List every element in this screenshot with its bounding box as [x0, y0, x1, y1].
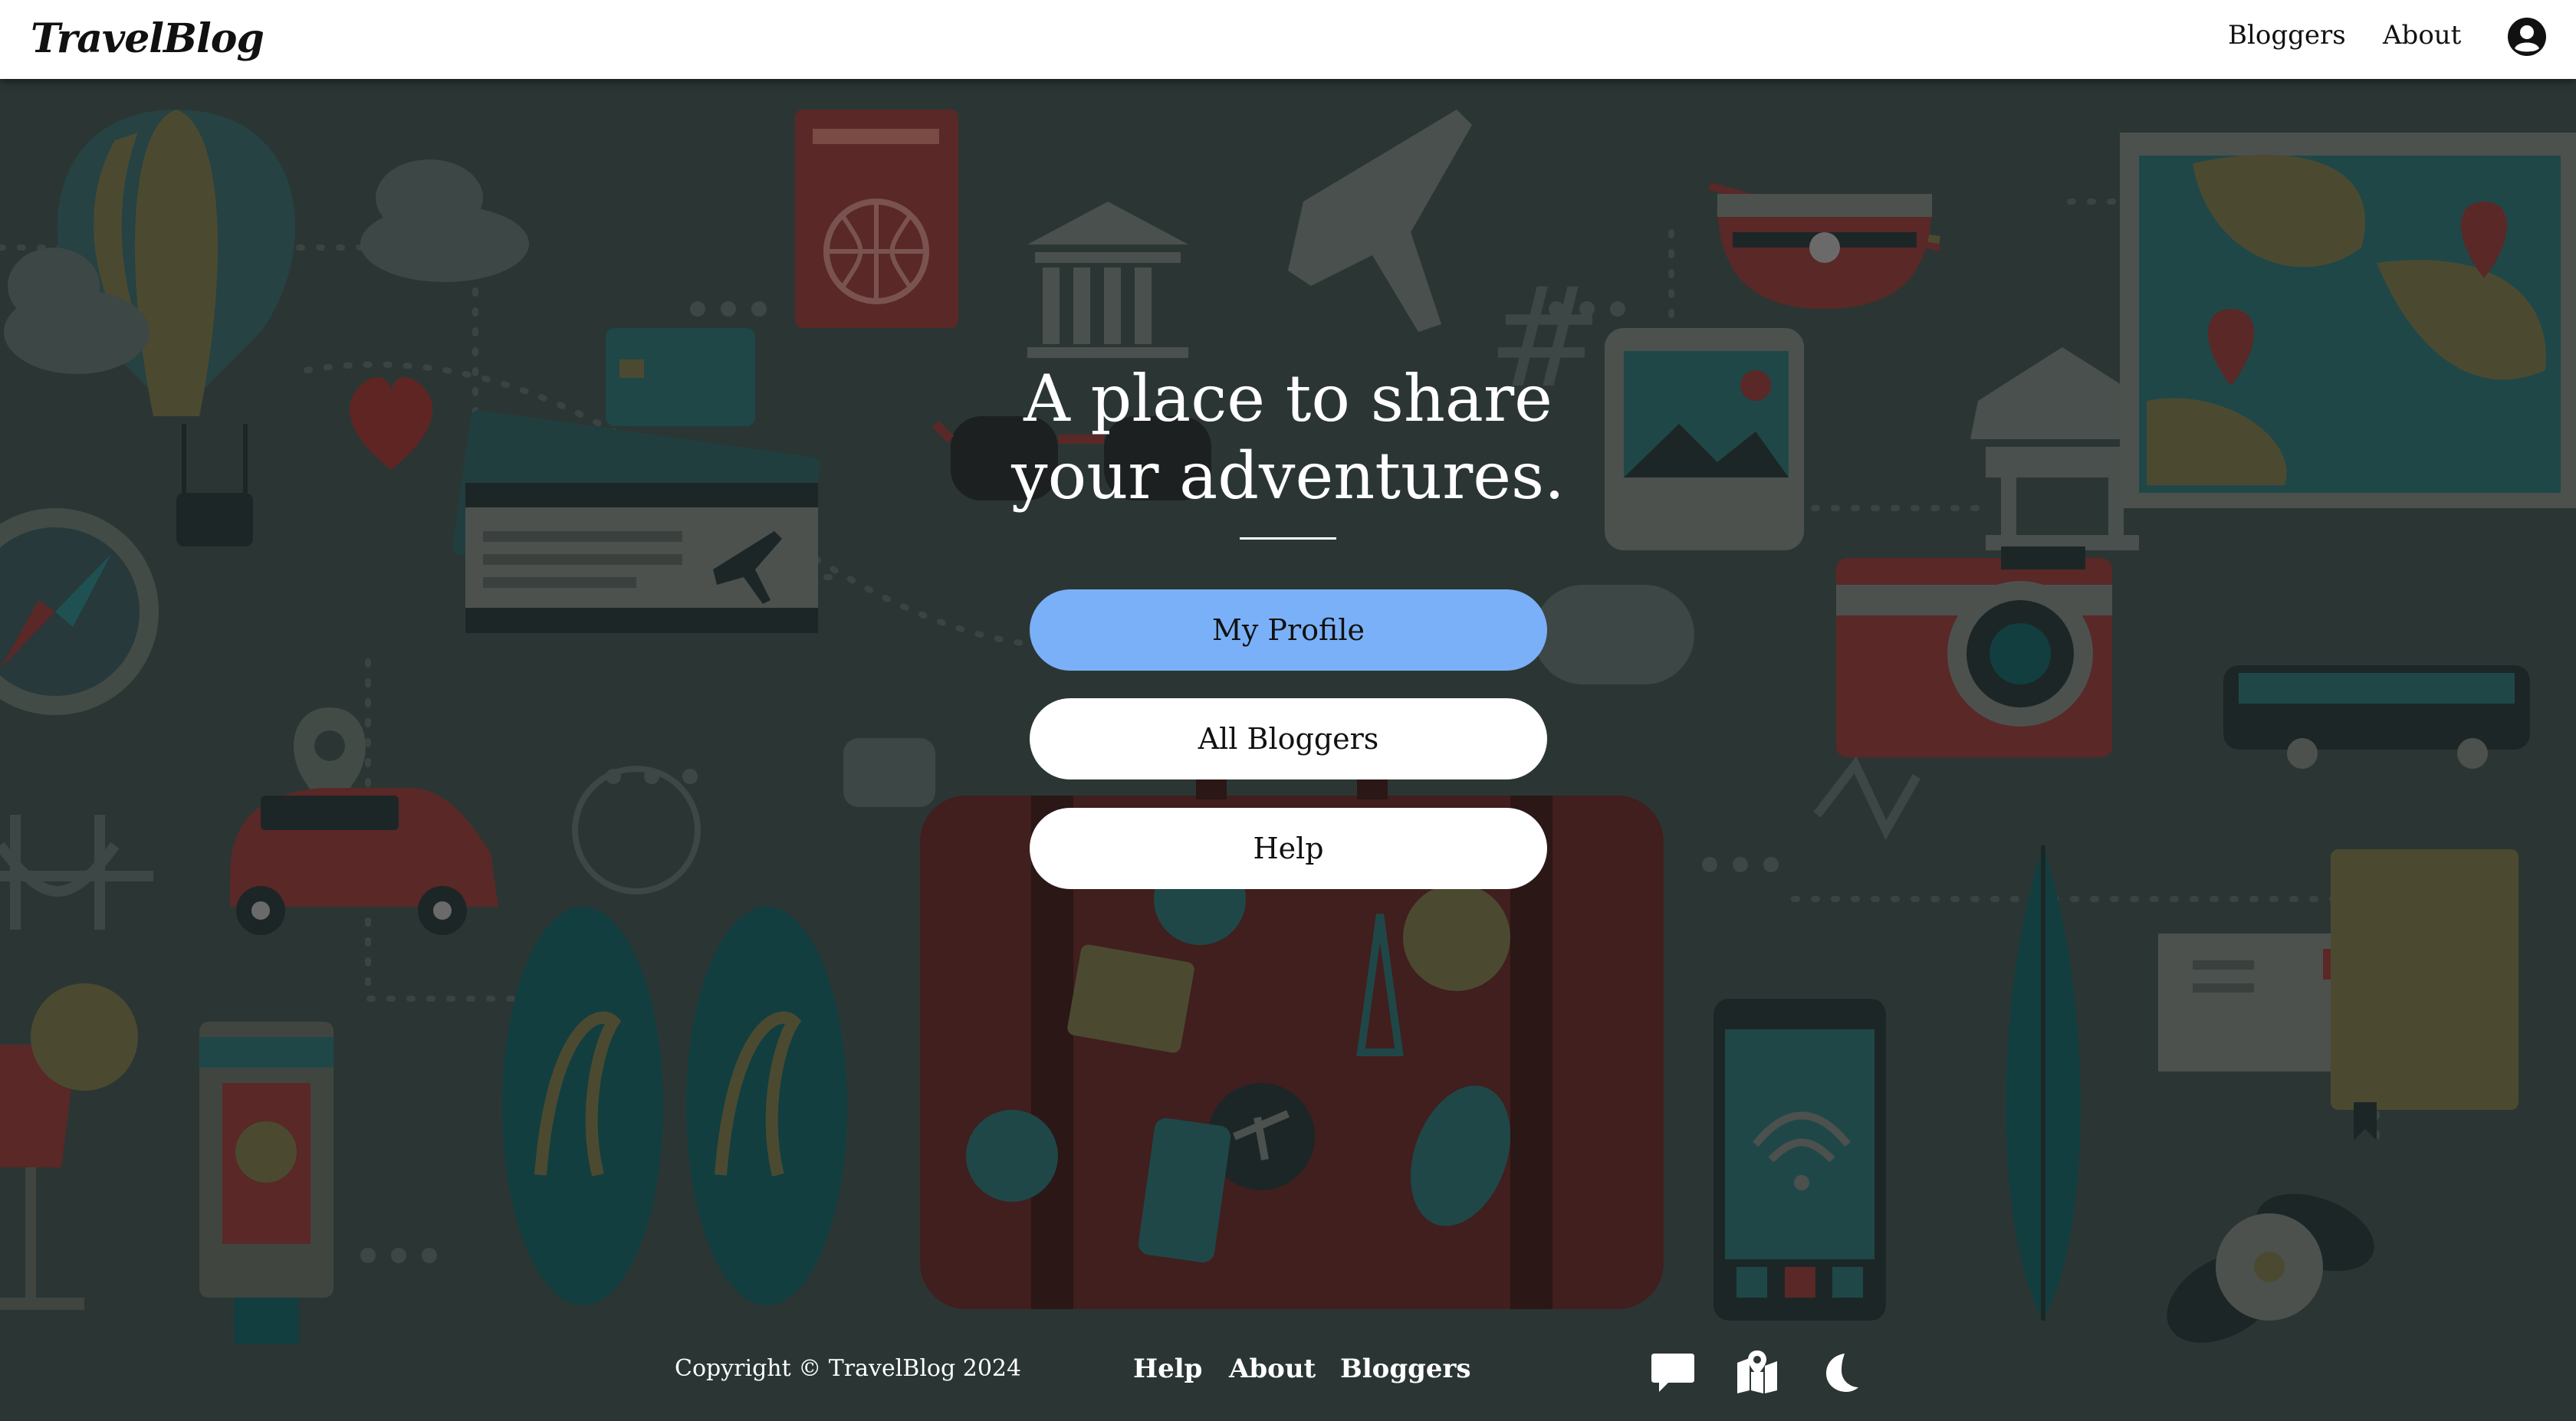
map-icon[interactable] [1734, 1349, 1780, 1395]
headline-line-1: A place to share [1024, 361, 1552, 436]
footer-link-help[interactable]: Help [1133, 1354, 1202, 1384]
footer: Copyright © TravelBlog 2024 Help About B… [0, 1334, 2576, 1418]
my-profile-button[interactable]: My Profile [1030, 589, 1547, 671]
brand-logo[interactable]: TravelBlog [31, 15, 264, 62]
nav-link-about[interactable]: About [2383, 20, 2461, 51]
footer-link-bloggers[interactable]: Bloggers [1340, 1354, 1471, 1384]
moon-icon[interactable] [1817, 1349, 1863, 1395]
hero-headline: A place to share your adventures. [0, 360, 2576, 515]
copyright-text: Copyright © TravelBlog 2024 [675, 1355, 1022, 1382]
headline-divider [1240, 537, 1336, 540]
chat-icon[interactable] [1650, 1349, 1696, 1395]
user-circle-icon[interactable] [2507, 17, 2547, 57]
help-button[interactable]: Help [1030, 808, 1547, 889]
footer-link-about[interactable]: About [1229, 1354, 1316, 1384]
headline-line-2: your adventures. [1011, 438, 1565, 514]
all-bloggers-button[interactable]: All Bloggers [1030, 698, 1547, 779]
top-navbar: TravelBlog Bloggers About [0, 0, 2576, 79]
nav-link-bloggers[interactable]: Bloggers [2228, 20, 2346, 51]
